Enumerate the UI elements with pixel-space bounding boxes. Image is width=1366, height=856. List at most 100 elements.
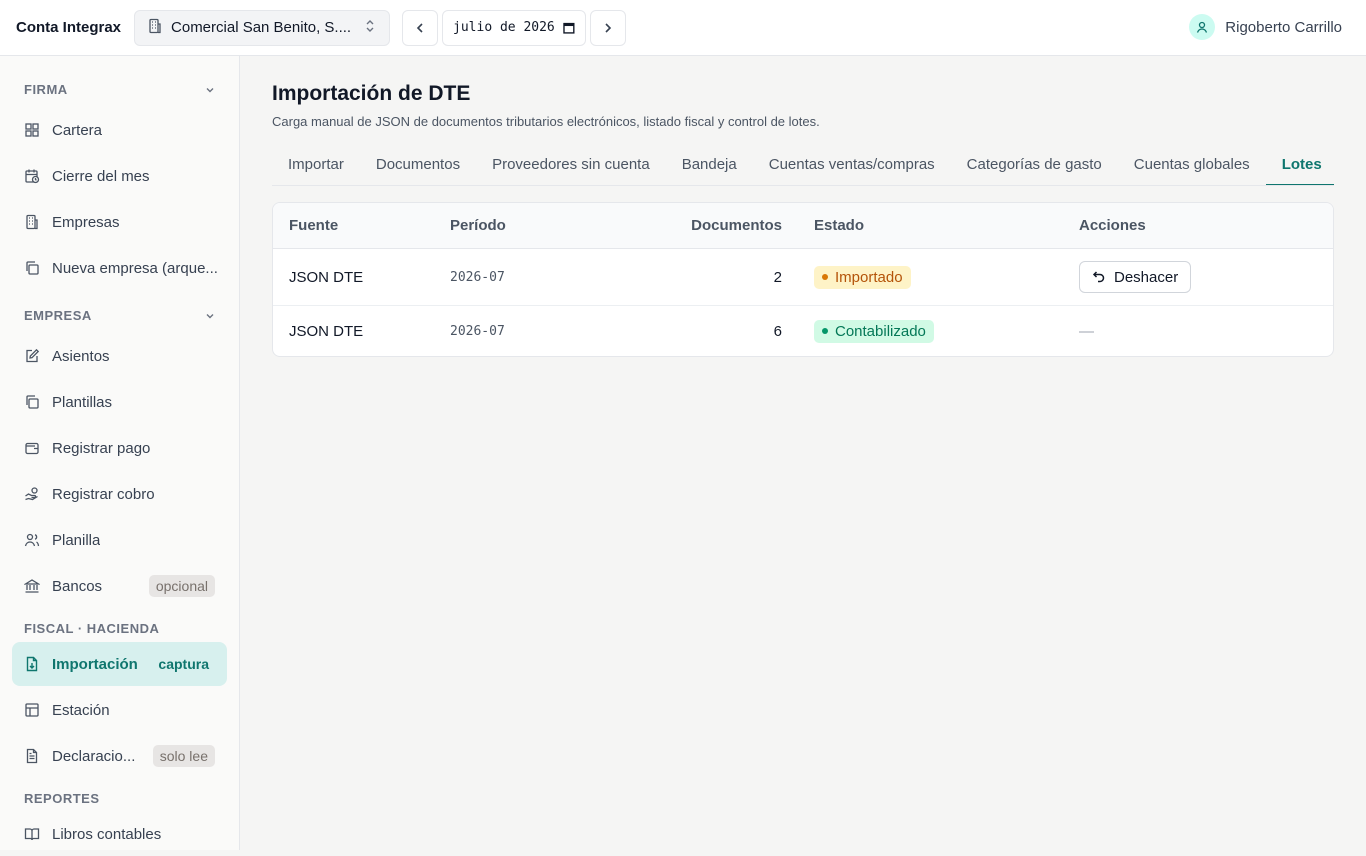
status-dot [822,328,828,334]
table-header: Fuente Período Documentos Estado Accione… [273,203,1333,249]
sidebar-item-libros-contables[interactable]: Libros contables [12,812,227,856]
column-header-fuente: Fuente [289,217,339,234]
tab-categorias-de-gasto[interactable]: Categorías de gasto [951,146,1118,185]
optional-badge: opcional [148,575,215,597]
undo-icon [1092,271,1105,283]
tab-bar: Importar Documentos Proveedores sin cuen… [272,146,1334,186]
sidebar-item-registrar-pago[interactable]: Registrar pago [12,426,227,470]
tab-lotes[interactable]: Lotes [1265,146,1334,185]
batches-table: Fuente Período Documentos Estado Accione… [272,202,1334,357]
undo-button[interactable]: Deshacer [1079,261,1192,293]
table-row: JSON DTE 2026-07 2 Importado Deshacer [273,249,1333,306]
top-bar: Conta Integrax Comercial San Benito, S..… [0,0,1366,56]
section-title: FISCAL · HACIENDA [24,621,160,636]
user-icon [1197,21,1208,33]
sidebar-item-label: Importación [52,655,138,673]
tab-bandeja[interactable]: Bandeja [666,146,753,185]
sidebar-item-label: Asientos [52,347,110,365]
file-text-icon [26,748,38,764]
sidebar-item-nueva-empresa[interactable]: Nueva empresa (arque... [12,246,227,290]
cell-estado: Importado [798,265,1063,289]
brand-name: Conta Integrax [16,19,122,36]
tab-proveedores-sin-cuenta[interactable]: Proveedores sin cuenta [476,146,666,185]
sidebar-item-label: Empresas [52,213,120,231]
chevron-down-icon [206,87,214,92]
tab-importar[interactable]: Importar [272,146,360,185]
section-title: EMPRESA [24,308,92,323]
cell-periodo: 2026-07 [450,269,505,285]
chevron-right-icon [605,22,612,33]
cell-fuente: JSON DTE [289,322,364,340]
sidebar-item-cartera[interactable]: Cartera [12,108,227,152]
section-reportes: REPORTES [24,791,216,806]
status-badge: Contabilizado [814,319,934,343]
cell-documentos: 6 [773,322,782,340]
section-fiscal-hacienda: FISCAL · HACIENDA [24,621,216,636]
sidebar-item-label: Cierre del mes [52,167,150,185]
cell-documentos: 2 [773,268,782,286]
status-label: Importado [835,268,903,286]
tab-documentos[interactable]: Documentos [360,146,476,185]
users-icon [24,533,40,547]
sidebar-item-label: Cartera [52,121,103,139]
sidebar-item-importacion[interactable]: Importación captura [12,642,227,686]
status-badge: Importado [814,265,911,289]
read-only-badge: solo lee [152,745,215,767]
book-icon [24,828,40,841]
sidebar-item-label: Estación [52,701,110,719]
section-title: FIRMA [24,82,68,97]
calendar-clock-icon [25,169,40,184]
sidebar: FIRMA Cartera Cierre del mes Empresas Nu… [0,56,240,850]
bank-icon [24,579,40,593]
chevrons-up-down-icon [363,19,377,36]
cell-acciones-empty: — [1079,322,1094,340]
table-row: JSON DTE 2026-07 6 Contabilizado — [273,306,1333,356]
user-name: Rigoberto Carrillo [1225,18,1342,36]
sidebar-item-label: Libros contables [52,825,162,843]
column-header-periodo: Período [450,217,506,234]
building-icon [26,214,38,230]
cell-estado: Contabilizado [798,319,1063,343]
section-title: REPORTES [24,791,100,806]
sidebar-item-plantillas[interactable]: Plantillas [12,380,227,424]
capture-badge: captura [158,656,209,672]
section-firma[interactable]: FIRMA [24,82,216,97]
section-empresa[interactable]: EMPRESA [24,308,216,323]
avatar [1189,14,1216,40]
sidebar-item-label: Planilla [52,531,101,549]
period-value: julio de 2026 [453,20,555,35]
cell-fuente: JSON DTE [289,268,364,286]
copy-plus-icon [26,261,39,275]
calendar-icon[interactable] [563,22,575,34]
sidebar-item-label: Registrar cobro [52,485,155,503]
table-icon [25,703,39,717]
sidebar-item-declaraciones[interactable]: Declaracio... solo lee [12,734,227,778]
sidebar-item-registrar-cobro[interactable]: Registrar cobro [12,472,227,516]
sidebar-item-estacion[interactable]: Estación [12,688,227,732]
sidebar-item-label: Bancos [52,577,103,595]
company-name: Comercial San Benito, S.... [171,19,352,36]
period-month-input[interactable]: julio de 2026 [442,9,587,46]
hand-coins-icon [25,487,38,501]
main-content: Importación de DTE Carga manual de JSON … [240,56,1366,850]
company-selector[interactable]: Comercial San Benito, S.... [134,9,391,46]
sidebar-item-label: Nueva empresa (arque... [52,259,218,277]
wallet-icon [25,442,39,455]
building-icon [147,18,163,37]
tab-cuentas-ventas-compras[interactable]: Cuentas ventas/compras [753,146,951,185]
next-period-button[interactable] [590,9,627,46]
cell-acciones: Deshacer [1063,261,1333,293]
sidebar-item-bancos[interactable]: Bancos opcional [12,564,227,608]
status-dot [822,274,828,280]
tab-cuentas-globales[interactable]: Cuentas globales [1118,146,1266,185]
page-title: Importación de DTE [272,82,471,105]
previous-period-button[interactable] [402,9,439,46]
sidebar-item-empresas[interactable]: Empresas [12,200,227,244]
page-subtitle: Carga manual de JSON de documentos tribu… [272,114,820,129]
user-menu[interactable]: Rigoberto Carrillo [1189,14,1342,40]
sidebar-item-cierre-del-mes[interactable]: Cierre del mes [12,154,227,198]
sidebar-item-asientos[interactable]: Asientos [12,334,227,378]
sidebar-item-planilla[interactable]: Planilla [12,518,227,562]
chevron-down-icon [206,313,214,318]
sidebar-item-label: Plantillas [52,393,113,411]
